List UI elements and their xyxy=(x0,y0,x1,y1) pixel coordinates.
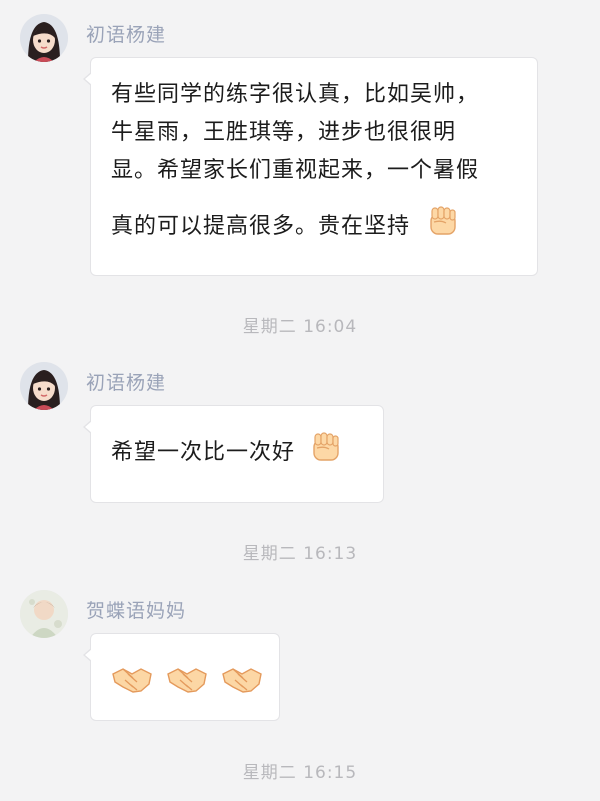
avatar[interactable] xyxy=(20,590,68,638)
avatar[interactable] xyxy=(20,362,68,410)
raised-fist-icon xyxy=(309,430,343,464)
handshake-icon xyxy=(166,660,208,696)
message-bubble[interactable] xyxy=(83,633,280,721)
message-line: 牛星雨，王胜琪等，进步也很很明 xyxy=(111,120,457,145)
message-line: 真的可以提高很多。贵在坚持 xyxy=(111,206,537,246)
message-line: 有些同学的练字很认真，比如吴帅， xyxy=(111,82,480,107)
timestamp: 星期二 16:13 xyxy=(242,544,358,564)
message-line-text: 真的可以提高很多。贵在坚持 xyxy=(111,214,411,239)
handshake-icon xyxy=(221,660,263,696)
avatar[interactable] xyxy=(20,14,68,62)
message-bubble[interactable]: 有些同学的练字很认真，比如吴帅， 牛星雨，王胜琪等，进步也很很明 显。希望家长们… xyxy=(83,57,538,276)
sender-name: 贺蝶语妈妈 xyxy=(86,600,187,622)
message-line: 显。希望家长们重视起来，一个暑假 xyxy=(111,158,480,183)
raised-fist-icon xyxy=(426,204,460,238)
message-bubble[interactable]: 希望一次比一次好 xyxy=(83,405,384,503)
message-text: 有些同学的练字很认真，比如吴帅， 牛星雨，王胜琪等，进步也很很明 显。希望家长们… xyxy=(111,76,537,246)
timestamp: 星期二 16:04 xyxy=(242,317,358,337)
message-text: 希望一次比一次好 xyxy=(111,432,383,472)
sender-name: 初语杨建 xyxy=(86,372,167,394)
sender-name: 初语杨建 xyxy=(86,24,167,46)
timestamp: 星期二 16:15 xyxy=(242,763,358,783)
handshake-icon xyxy=(111,660,153,696)
message-line-text: 希望一次比一次好 xyxy=(111,440,296,465)
